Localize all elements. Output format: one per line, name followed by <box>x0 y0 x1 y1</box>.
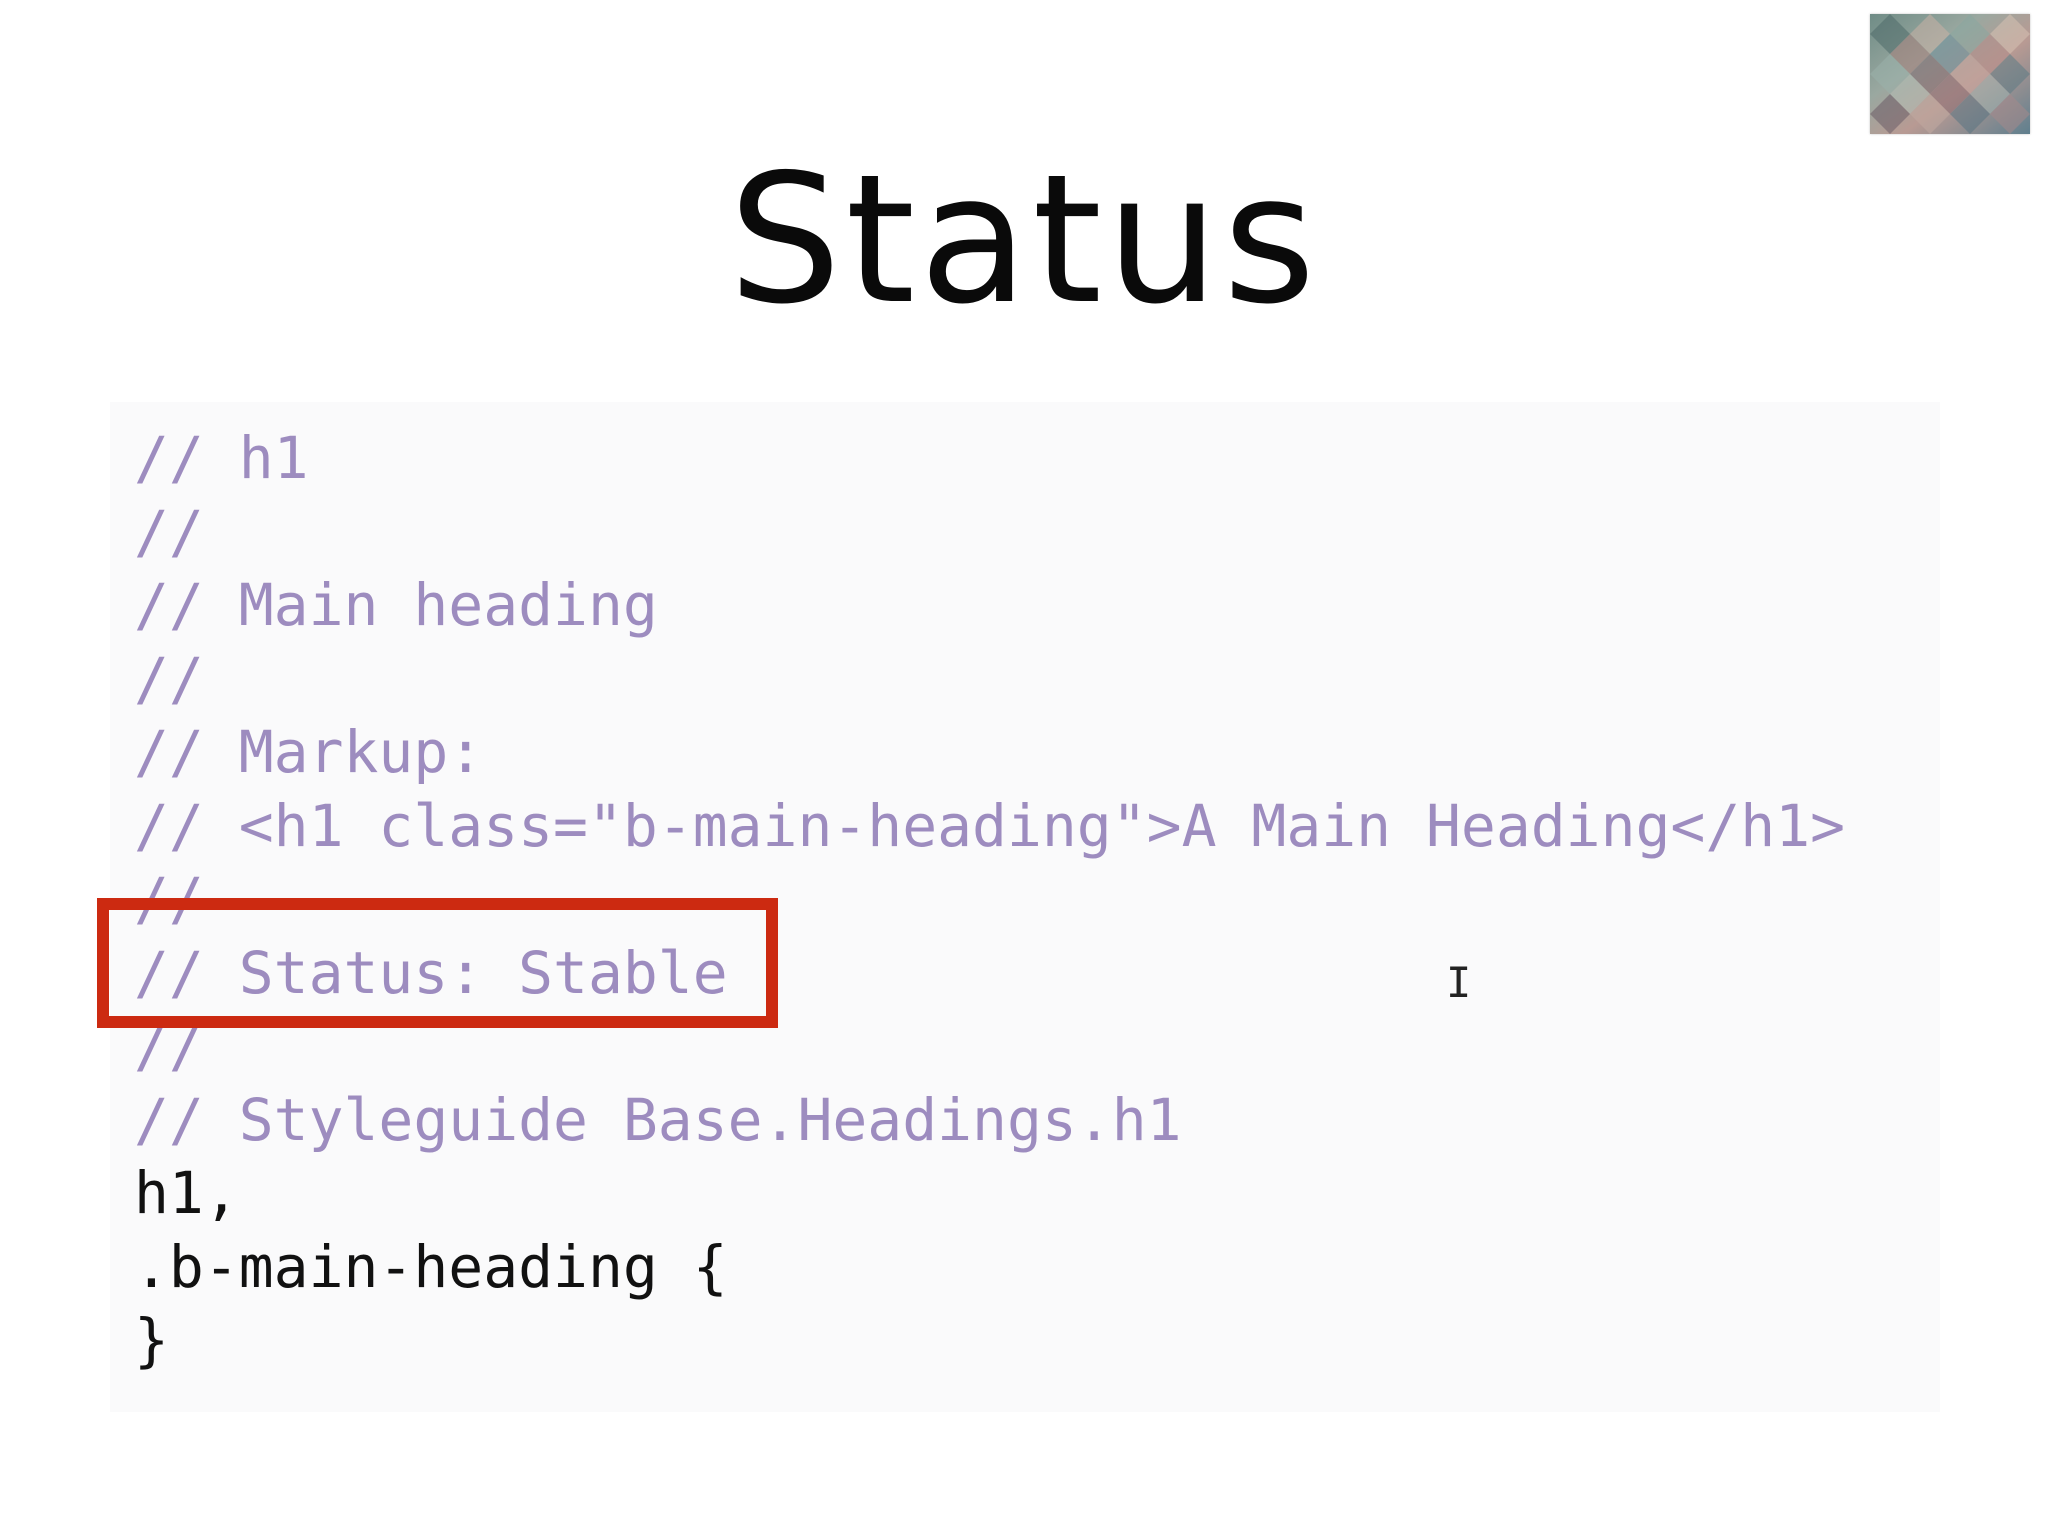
code-line: // h1 <box>134 424 309 492</box>
code-line: } <box>134 1306 169 1374</box>
code-line: // Main heading <box>134 571 658 639</box>
presenter-thumbnail <box>1870 14 2030 134</box>
code-line: // <box>134 644 204 713</box>
code-line: h1, <box>134 1159 239 1227</box>
code-line: // Markup: <box>134 718 484 786</box>
code-line: // <h1 class="b-main-heading">A Main Hea… <box>134 791 1846 860</box>
text-cursor-icon: I <box>1446 958 1472 1007</box>
status-highlight-box <box>97 898 778 1028</box>
code-line: .b-main-heading { <box>134 1232 728 1301</box>
slide-title: Status <box>728 136 1320 343</box>
code-line: // <box>134 497 204 566</box>
code-line: // Styleguide Base.Headings.h1 <box>134 1085 1182 1154</box>
slide: Status // h1 // // Main heading // // Ma… <box>0 0 2048 1536</box>
